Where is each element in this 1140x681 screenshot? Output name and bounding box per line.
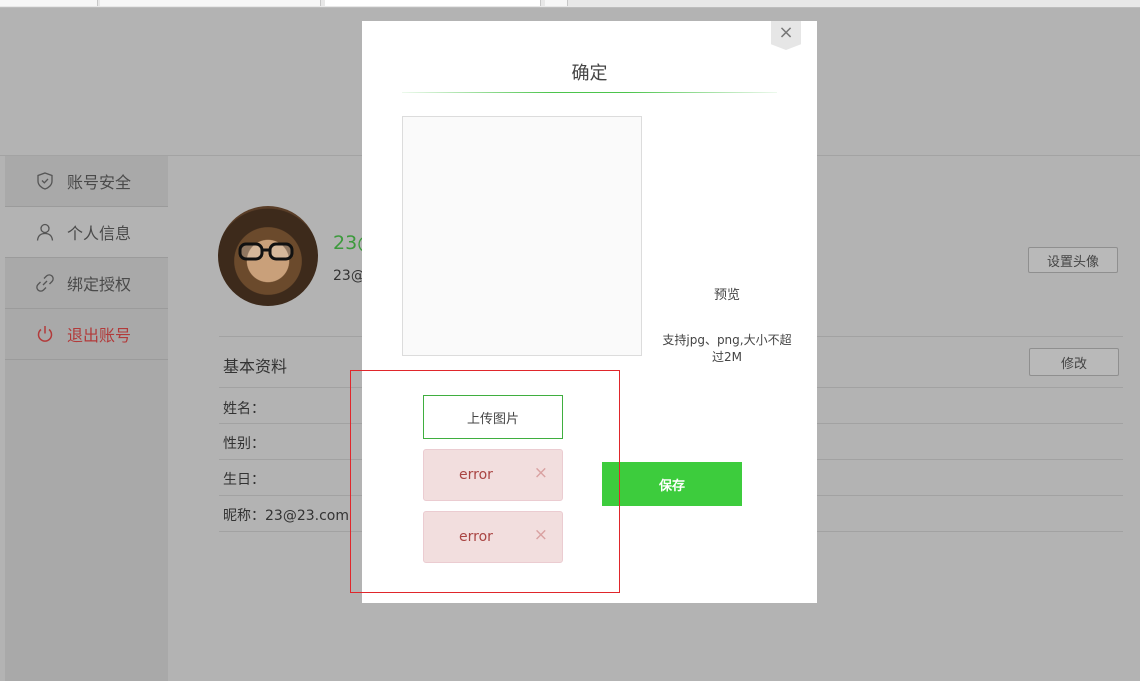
title-divider xyxy=(402,92,777,93)
field-name: 姓名： xyxy=(223,401,265,417)
avatar-photo xyxy=(238,242,294,261)
power-icon xyxy=(35,324,55,344)
browser-tab[interactable] xyxy=(0,0,98,6)
sidebar-item-logout[interactable]: 退出账号 xyxy=(5,309,168,360)
sidebar-item-label: 退出账号 xyxy=(67,326,132,345)
browser-tab[interactable] xyxy=(545,0,568,6)
profile-email: 23@ xyxy=(333,268,365,284)
sidebar-item-personal-info[interactable]: 个人信息 xyxy=(5,207,168,258)
sidebar-item-label: 个人信息 xyxy=(67,224,132,243)
image-crop-area[interactable] xyxy=(402,116,642,356)
save-button[interactable]: 保存 xyxy=(602,462,742,506)
sidebar: 账号安全 个人信息 绑定授权 退出账号 xyxy=(5,156,168,681)
sidebar-item-account-security[interactable]: 账号安全 xyxy=(5,156,168,207)
support-hint: 支持jpg、png,大小不超过2M xyxy=(662,333,792,364)
sidebar-item-bind-auth[interactable]: 绑定授权 xyxy=(5,258,168,309)
highlight-outline xyxy=(350,370,620,593)
browser-tab[interactable] xyxy=(100,0,321,6)
user-icon xyxy=(35,222,55,242)
sidebar-item-label: 账号安全 xyxy=(67,173,132,192)
avatar xyxy=(218,206,318,306)
preview-label: 预览 xyxy=(713,288,740,303)
field-nickname: 昵称：23@23.com xyxy=(223,508,349,524)
modal-title: 确定 xyxy=(571,63,608,84)
close-button[interactable]: × xyxy=(771,21,801,50)
close-icon: × xyxy=(778,22,794,43)
browser-tab-strip xyxy=(0,0,1140,8)
shield-icon xyxy=(35,171,55,191)
section-title: 基本资料 xyxy=(223,357,288,376)
edit-button[interactable]: 修改 xyxy=(1029,348,1119,376)
sidebar-item-label: 绑定授权 xyxy=(67,275,132,294)
set-avatar-button[interactable]: 设置头像 xyxy=(1028,247,1118,273)
field-birthday: 生日： xyxy=(223,472,265,488)
link-icon xyxy=(35,273,55,293)
browser-tab-active[interactable] xyxy=(325,0,541,6)
field-gender: 性别： xyxy=(223,436,265,452)
